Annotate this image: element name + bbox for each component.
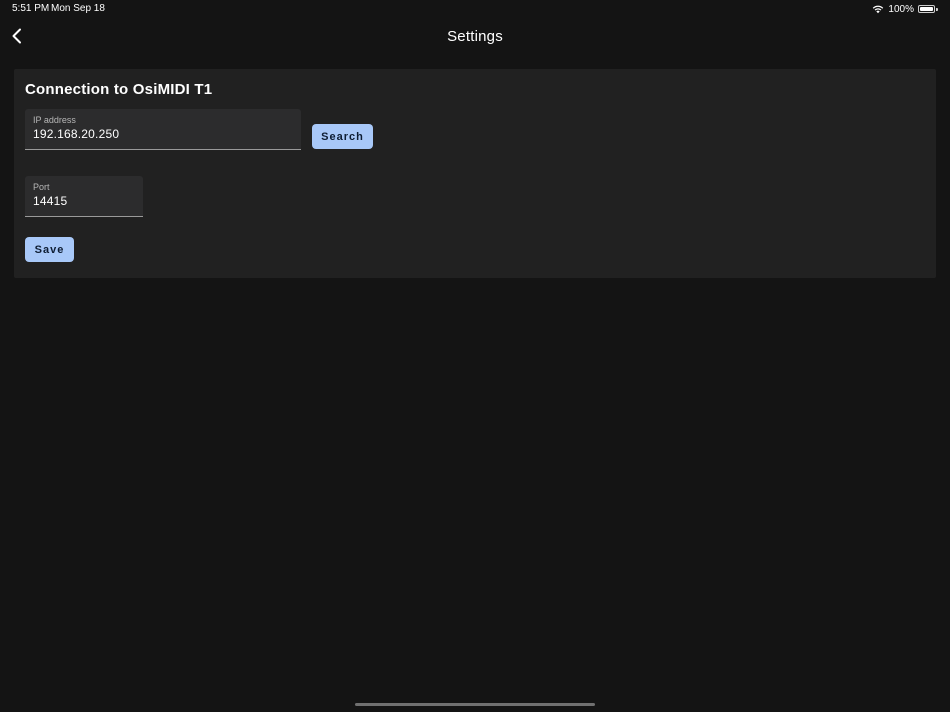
- wifi-icon: [873, 5, 884, 14]
- port-field[interactable]: Port 14415: [25, 176, 143, 217]
- status-indicators: 100%: [872, 2, 938, 16]
- battery-full-icon: [918, 5, 938, 14]
- port-value: 14415: [33, 194, 68, 208]
- connection-title: Connection to OsiMIDI T1: [25, 81, 213, 98]
- status-time: 5:51 PM: [12, 3, 50, 14]
- page-title: Settings: [447, 28, 503, 45]
- port-label: Port: [33, 182, 50, 192]
- search-button[interactable]: Search: [312, 124, 373, 149]
- save-button[interactable]: Save: [25, 237, 74, 262]
- status-bar: 5:51 PM Mon Sep 18 100%: [0, 0, 950, 18]
- ip-address-value: 192.168.20.250: [33, 127, 120, 141]
- status-date: Mon Sep 18: [51, 3, 105, 14]
- ip-address-label: IP address: [33, 115, 76, 125]
- connection-card: Connection to OsiMIDI T1 IP address 192.…: [14, 69, 936, 278]
- ip-address-field[interactable]: IP address 192.168.20.250: [25, 109, 301, 150]
- battery-percentage: 100%: [888, 3, 914, 15]
- navigation-bar: Settings: [0, 18, 950, 56]
- home-indicator[interactable]: [355, 703, 595, 706]
